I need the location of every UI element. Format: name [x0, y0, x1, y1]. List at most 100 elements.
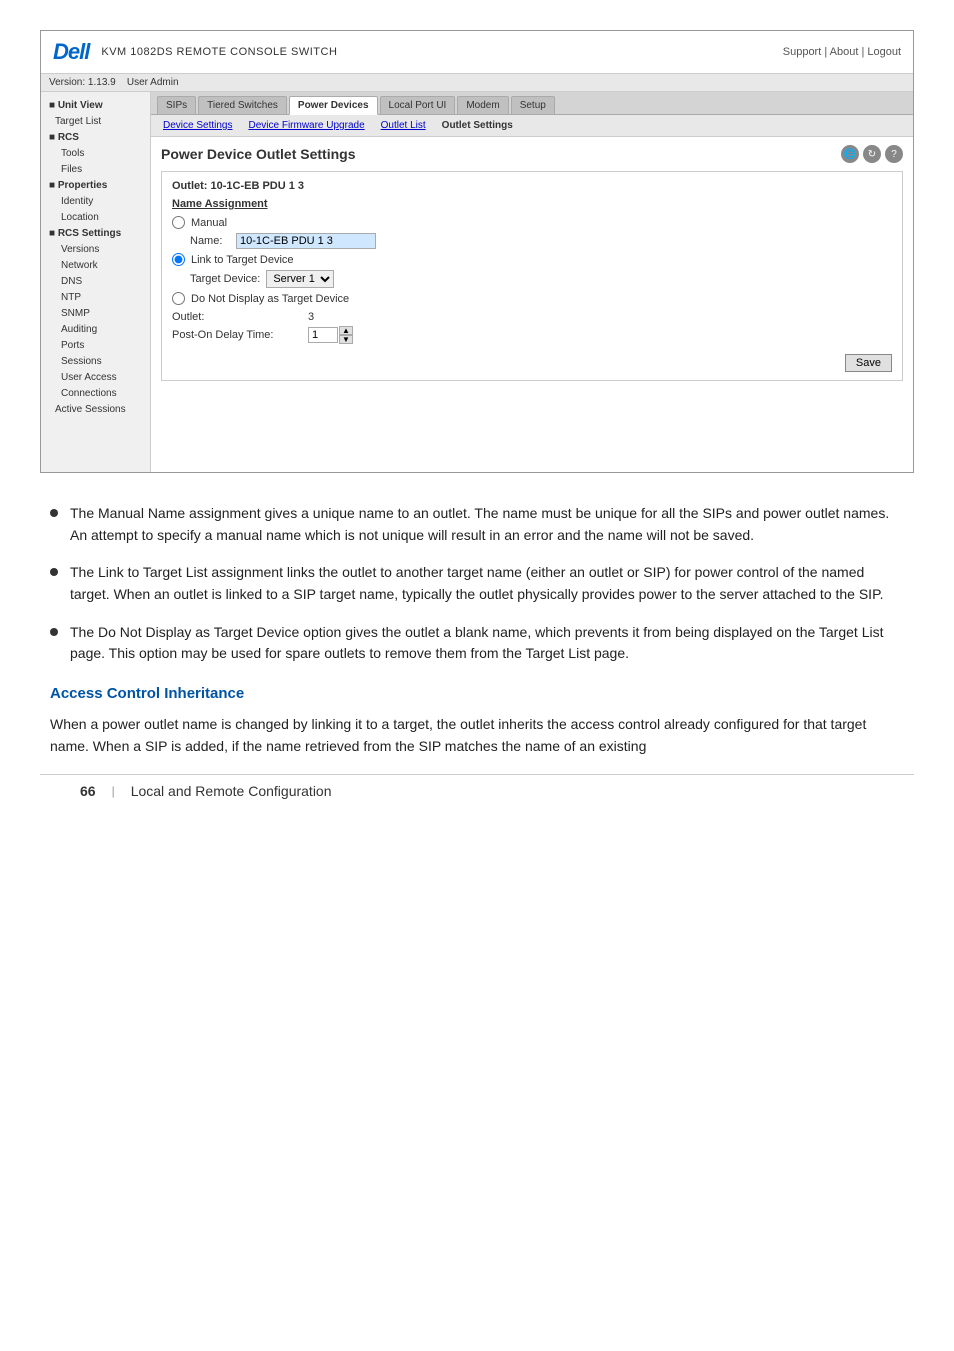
tab-power-devices[interactable]: Power Devices	[289, 96, 378, 115]
globe-icon[interactable]: 🌐	[841, 145, 859, 163]
outlet-info-row: Outlet: 3	[172, 311, 892, 323]
content-inner: Power Device Outlet Settings 🌐 ↻ ? Outle…	[151, 137, 913, 389]
tab-tiered-switches[interactable]: Tiered Switches	[198, 96, 287, 114]
tab-modem[interactable]: Modem	[457, 96, 508, 114]
sidebar-item-rcs-settings[interactable]: ■ RCS Settings	[41, 226, 150, 242]
footer-separator: |	[112, 784, 115, 798]
bullet-item-3: The Do Not Display as Target Device opti…	[50, 622, 904, 665]
save-button[interactable]: Save	[845, 354, 892, 372]
spinner-up-button[interactable]: ▲	[339, 326, 353, 335]
target-device-select[interactable]: Server 1 Server 2 Server 3	[266, 270, 334, 288]
dell-logo: Dell	[53, 39, 89, 65]
sidebar-item-network[interactable]: Network	[41, 258, 150, 274]
page-title-row: Power Device Outlet Settings 🌐 ↻ ?	[161, 145, 903, 163]
bullet-dot-3	[50, 628, 58, 636]
header-links[interactable]: Support | About | Logout	[783, 46, 901, 58]
name-row: Name:	[190, 233, 892, 249]
main-layout: ■ Unit View Target List ■ RCS Tools File…	[41, 92, 913, 472]
sidebar-item-target-list[interactable]: Target List	[41, 114, 150, 130]
access-control-heading: Access Control Inheritance	[50, 685, 904, 704]
footer-title: Local and Remote Configuration	[131, 783, 332, 799]
radio-link[interactable]	[172, 253, 185, 266]
header-title: KVM 1082DS REMOTE CONSOLE SWITCH	[101, 46, 337, 58]
sidebar-item-unit-view[interactable]: ■ Unit View	[41, 98, 150, 114]
name-input[interactable]	[236, 233, 376, 249]
bullet-text-3: The Do Not Display as Target Device opti…	[70, 622, 904, 665]
version-text: Version: 1.13.9	[49, 77, 116, 88]
sidebar-item-active-sessions[interactable]: Active Sessions	[41, 402, 150, 418]
radio-link-label: Link to Target Device	[191, 254, 294, 266]
content-area: SIPs Tiered Switches Power Devices Local…	[151, 92, 913, 472]
header-logo: Dell KVM 1082DS REMOTE CONSOLE SWITCH	[53, 39, 337, 65]
radio-group: Manual Name: Link to Target Device	[172, 216, 892, 305]
post-on-row: Post-On Delay Time: ▲ ▼	[172, 326, 892, 344]
radio-no-display-label: Do Not Display as Target Device	[191, 293, 349, 305]
sidebar-item-dns[interactable]: DNS	[41, 274, 150, 290]
title-icons: 🌐 ↻ ?	[841, 145, 903, 163]
target-device-row: Target Device: Server 1 Server 2 Server …	[190, 270, 892, 288]
radio-no-display[interactable]	[172, 292, 185, 305]
outlet-label: Outlet: 10-1C-EB PDU 1 3	[172, 180, 892, 192]
sidebar-item-location[interactable]: Location	[41, 210, 150, 226]
sidebar-item-ntp[interactable]: NTP	[41, 290, 150, 306]
sidebar-item-ports[interactable]: Ports	[41, 338, 150, 354]
bullet-item-1: The Manual Name assignment gives a uniqu…	[50, 503, 904, 546]
bullet-dot-1	[50, 509, 58, 517]
sidebar: ■ Unit View Target List ■ RCS Tools File…	[41, 92, 151, 472]
bullet-text-2: The Link to Target List assignment links…	[70, 562, 904, 605]
post-on-spinner: ▲ ▼	[308, 326, 353, 344]
bullet-list: The Manual Name assignment gives a uniqu…	[50, 503, 904, 665]
sidebar-item-auditing[interactable]: Auditing	[41, 322, 150, 338]
tab-sips[interactable]: SIPs	[157, 96, 196, 114]
footer-page-number: 66	[80, 783, 96, 799]
save-row: Save	[172, 354, 892, 372]
sub-tab-outlet-settings[interactable]: Outlet Settings	[436, 118, 519, 133]
page-wrapper: Dell KVM 1082DS REMOTE CONSOLE SWITCH Su…	[0, 0, 954, 847]
name-assignment-label: Name Assignment	[172, 198, 892, 210]
page-title: Power Device Outlet Settings	[161, 146, 356, 162]
sidebar-item-identity[interactable]: Identity	[41, 194, 150, 210]
outlet-info-label: Outlet:	[172, 311, 302, 323]
sidebar-item-snmp[interactable]: SNMP	[41, 306, 150, 322]
target-device-label: Target Device:	[190, 273, 260, 285]
tab-local-port-ui[interactable]: Local Port UI	[380, 96, 456, 114]
sidebar-item-properties[interactable]: ■ Properties	[41, 178, 150, 194]
sidebar-item-files[interactable]: Files	[41, 162, 150, 178]
access-control-paragraph: When a power outlet name is changed by l…	[50, 714, 904, 757]
radio-manual-row: Manual	[172, 216, 892, 229]
sidebar-item-sessions[interactable]: Sessions	[41, 354, 150, 370]
radio-link-row: Link to Target Device	[172, 253, 892, 266]
main-tab-bar: SIPs Tiered Switches Power Devices Local…	[151, 92, 913, 115]
spinner-buttons: ▲ ▼	[339, 326, 353, 344]
refresh-icon[interactable]: ↻	[863, 145, 881, 163]
radio-do-not-display-row: Do Not Display as Target Device	[172, 292, 892, 305]
sidebar-item-versions[interactable]: Versions	[41, 242, 150, 258]
version-bar: Version: 1.13.9 User Admin	[41, 74, 913, 92]
sub-tab-device-settings[interactable]: Device Settings	[157, 118, 238, 133]
outlet-box: Outlet: 10-1C-EB PDU 1 3 Name Assignment…	[161, 171, 903, 381]
sub-tab-outlet-list[interactable]: Outlet List	[375, 118, 432, 133]
sidebar-item-rcs[interactable]: ■ RCS	[41, 130, 150, 146]
name-field-label: Name:	[190, 235, 230, 247]
sub-tab-bar: Device Settings Device Firmware Upgrade …	[151, 115, 913, 137]
tab-setup[interactable]: Setup	[511, 96, 555, 114]
outlet-value: 3	[308, 311, 314, 323]
sidebar-item-user-access[interactable]: User Access	[41, 370, 150, 386]
post-on-label: Post-On Delay Time:	[172, 329, 302, 341]
bullet-item-2: The Link to Target List assignment links…	[50, 562, 904, 605]
user-admin-text: User Admin	[127, 77, 179, 88]
sidebar-item-tools[interactable]: Tools	[41, 146, 150, 162]
bullet-text-1: The Manual Name assignment gives a uniqu…	[70, 503, 904, 546]
sub-tab-device-firmware-upgrade[interactable]: Device Firmware Upgrade	[242, 118, 370, 133]
screenshot-box: Dell KVM 1082DS REMOTE CONSOLE SWITCH Su…	[40, 30, 914, 473]
radio-manual[interactable]	[172, 216, 185, 229]
spinner-down-button[interactable]: ▼	[339, 335, 353, 344]
radio-manual-label: Manual	[191, 217, 227, 229]
footer-bar: 66 | Local and Remote Configuration	[40, 774, 914, 807]
bullet-dot-2	[50, 568, 58, 576]
post-on-input[interactable]	[308, 327, 338, 343]
body-text-section: The Manual Name assignment gives a uniqu…	[40, 503, 914, 758]
help-icon[interactable]: ?	[885, 145, 903, 163]
sidebar-item-connections[interactable]: Connections	[41, 386, 150, 402]
header-bar: Dell KVM 1082DS REMOTE CONSOLE SWITCH Su…	[41, 31, 913, 74]
